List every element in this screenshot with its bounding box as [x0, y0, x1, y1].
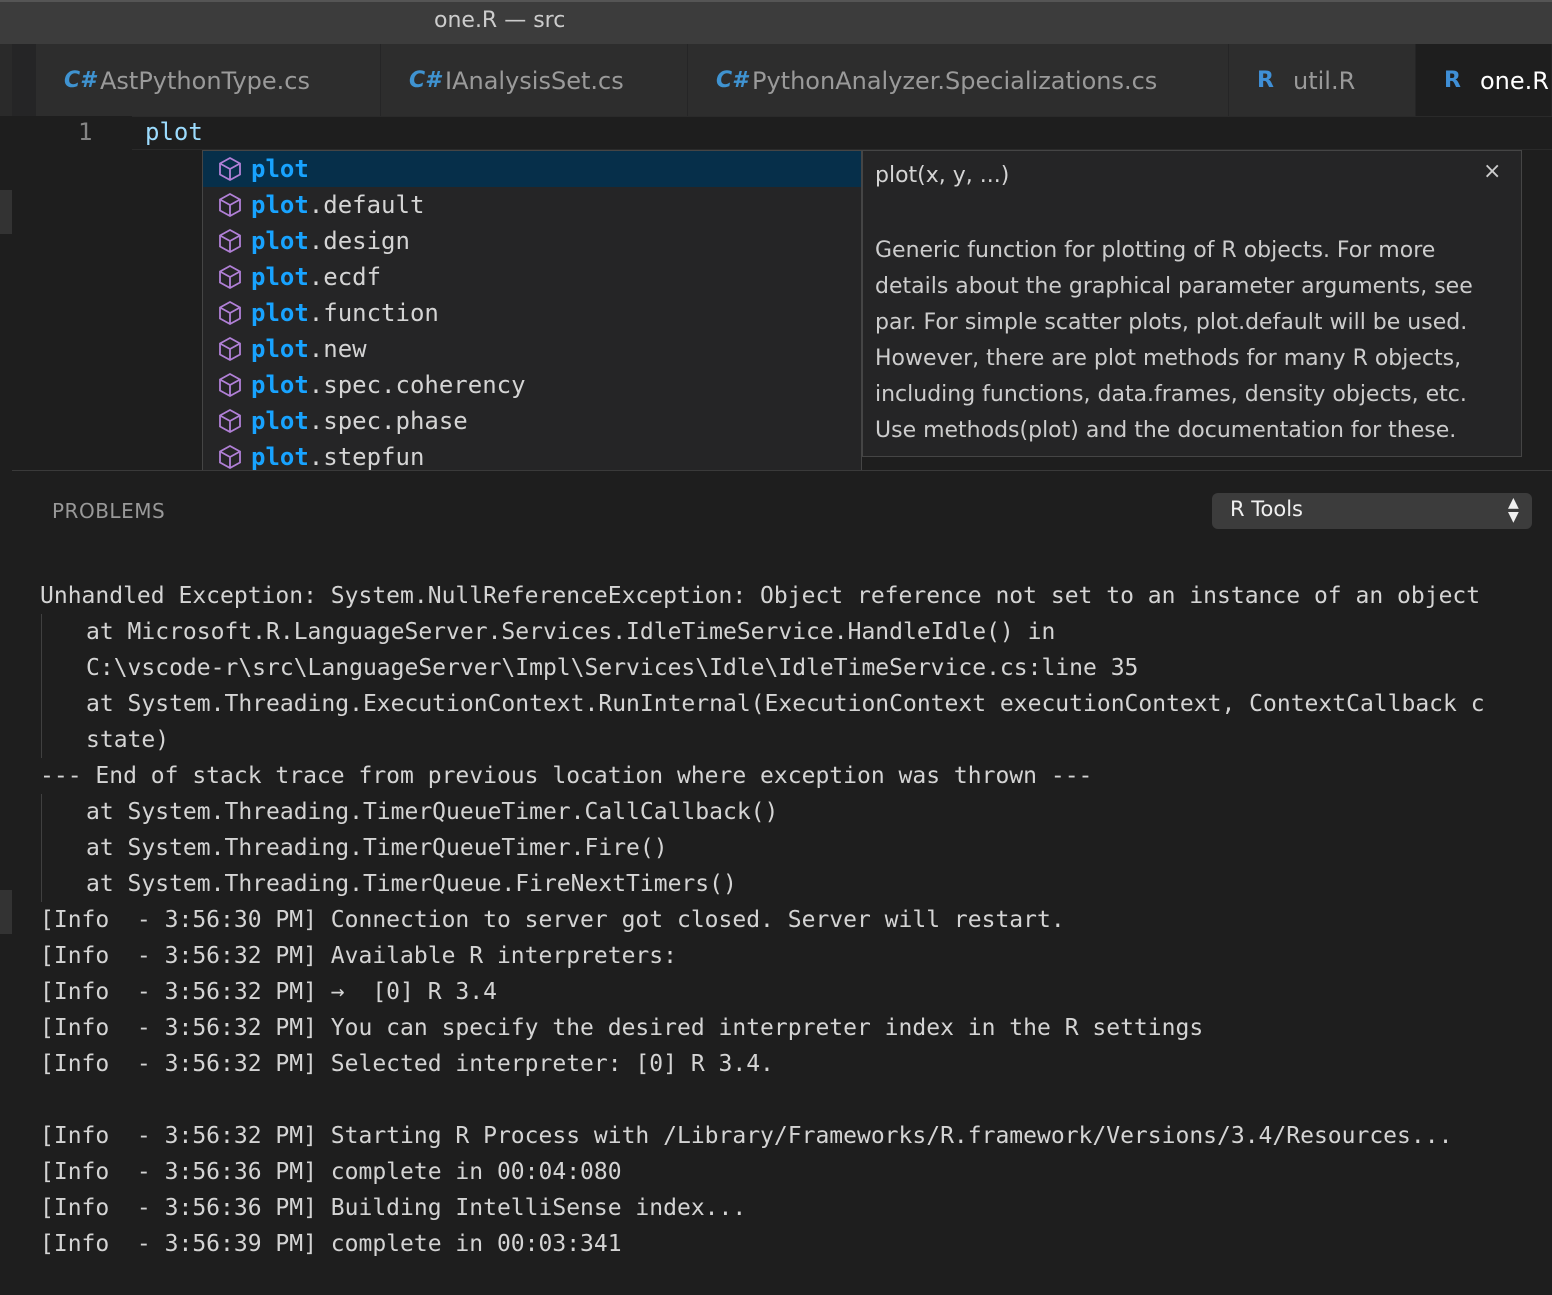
close-icon[interactable]: × [1483, 159, 1501, 184]
suggestion-rest: .design [308, 227, 410, 255]
suggestion-item[interactable]: plot.default [203, 187, 861, 223]
suggestion-match: plot [251, 155, 309, 183]
method-cube-icon [219, 156, 241, 182]
output-line: [Info - 3:56:32 PM] Available R interpre… [40, 943, 677, 969]
suggestion-item[interactable]: plot [203, 151, 861, 187]
tab-one-r[interactable]: Rone.R [1416, 44, 1552, 116]
csharp-icon: C# [716, 68, 748, 93]
suggestion-rest: .default [308, 191, 425, 219]
tab-label: one.R [1480, 67, 1549, 95]
suggestion-item[interactable]: plot.design [203, 223, 861, 259]
tab-ianalysisset[interactable]: C# IAnalysisSet.cs [381, 44, 688, 116]
suggestion-rest: .ecdf [308, 263, 382, 291]
suggestion-label: plot.default [251, 187, 424, 223]
output-channel-select[interactable]: R Tools ▲ ▼ [1212, 493, 1532, 529]
suggestion-item[interactable]: plot.spec.coherency [203, 367, 861, 403]
suggestion-match: plot [251, 371, 309, 399]
output-line: [Info - 3:56:32 PM] You can specify the … [40, 1015, 1204, 1041]
method-cube-icon [219, 264, 241, 290]
output-line: Unhandled Exception: System.NullReferenc… [40, 583, 1481, 609]
tab-label: IAnalysisSet.cs [445, 67, 624, 95]
r-icon: R [1444, 68, 1461, 93]
suggestion-match: plot [251, 335, 309, 363]
output-line: at System.Threading.ExecutionContext.Run… [41, 686, 1540, 722]
suggest-details: plot(x, y, ...) × Generic function for p… [862, 150, 1522, 457]
suggestion-rest: .spec.phase [308, 407, 468, 435]
tab-label: PythonAnalyzer.Specializations.cs [752, 67, 1158, 95]
suggestion-match: plot [251, 227, 309, 255]
output-line: [Info - 3:56:36 PM] Building IntelliSens… [40, 1195, 747, 1221]
output-line: --- End of stack trace from previous loc… [40, 763, 1093, 789]
output-line: [Info - 3:56:36 PM] complete in 00:04:08… [40, 1159, 622, 1185]
function-signature: plot(x, y, ...) [875, 163, 1010, 188]
tab-pythonanalyzer-specializations[interactable]: C# PythonAnalyzer.Specializations.cs [688, 44, 1229, 116]
suggestion-item[interactable]: plot.ecdf [203, 259, 861, 295]
suggestion-label: plot.spec.coherency [251, 367, 526, 403]
method-cube-icon [219, 372, 241, 398]
output-line: [Info - 3:56:39 PM] complete in 00:03:34… [40, 1231, 622, 1257]
method-cube-icon [219, 228, 241, 254]
output-line: C:\vscode-r\src\LanguageServer\Impl\Serv… [41, 650, 1540, 686]
output-line: at System.Threading.TimerQueueTimer.Call… [41, 794, 1540, 830]
title-bar: one.R — src [0, 0, 1552, 44]
output-line: at Microsoft.R.LanguageServer.Services.I… [41, 614, 1540, 650]
suggestion-match: plot [251, 443, 309, 471]
output-line: at System.Threading.TimerQueue.FireNextT… [41, 866, 1540, 902]
suggestion-rest: .stepfun [308, 443, 425, 471]
suggestion-match: plot [251, 299, 309, 327]
csharp-icon: C# [64, 68, 96, 93]
csharp-icon: C# [409, 68, 441, 93]
select-arrows-icon: ▲ ▼ [1508, 495, 1519, 525]
suggestion-label: plot [251, 151, 309, 187]
suggestion-label: plot.spec.phase [251, 403, 468, 439]
output-line: state) [41, 722, 1540, 758]
method-cube-icon [219, 192, 241, 218]
suggestion-match: plot [251, 263, 309, 291]
output-line: [Info - 3:56:32 PM] → [0] R 3.4 [40, 979, 497, 1005]
current-line-highlight [132, 116, 1552, 150]
line-number: 1 [78, 118, 93, 146]
tab-label: AstPythonType.cs [100, 67, 310, 95]
code-line[interactable]: plot [145, 118, 203, 146]
suggestion-rest: .new [308, 335, 367, 363]
tab-astpythontype[interactable]: C# AstPythonType.cs [36, 44, 381, 116]
output-line: [Info - 3:56:32 PM] Starting R Process w… [40, 1123, 1453, 1149]
tab-problems[interactable]: PROBLEMS [52, 499, 165, 523]
activity-indicator [0, 190, 12, 234]
tab-label: util.R [1293, 67, 1356, 95]
output-line: [Info - 3:56:30 PM] Connection to server… [40, 907, 1065, 933]
suggestion-rest: .function [308, 299, 439, 327]
suggestion-label: plot.function [251, 295, 439, 331]
tab-util-r[interactable]: Rutil.R [1229, 44, 1416, 116]
suggestion-match: plot [251, 191, 309, 219]
suggestion-label: plot.ecdf [251, 259, 381, 295]
method-cube-icon [219, 408, 241, 434]
suggestion-label: plot.new [251, 331, 367, 367]
tab-bar-gutter [0, 44, 12, 116]
window-title: one.R — src [434, 8, 566, 33]
suggestion-item[interactable]: plot.new [203, 331, 861, 367]
activity-indicator [0, 890, 12, 934]
output-channel-value: R Tools [1230, 497, 1303, 521]
method-cube-icon [219, 336, 241, 362]
r-icon: R [1257, 68, 1274, 93]
output-line: at System.Threading.TimerQueueTimer.Fire… [41, 830, 1540, 866]
method-cube-icon [219, 444, 241, 470]
editor-tab-bar: C# AstPythonType.cs C# IAnalysisSet.cs C# P… [0, 44, 1552, 116]
suggestion-rest: .spec.coherency [308, 371, 526, 399]
function-description: Generic function for plotting of R objec… [875, 238, 1473, 443]
output-line: [Info - 3:56:32 PM] Selected interpreter… [40, 1051, 774, 1077]
suggestion-item[interactable]: plot.function [203, 295, 861, 331]
suggestion-item[interactable]: plot.spec.phase [203, 403, 861, 439]
suggestion-label: plot.design [251, 223, 410, 259]
suggestion-match: plot [251, 407, 309, 435]
method-cube-icon [219, 300, 241, 326]
output-log[interactable]: Unhandled Exception: System.NullReferenc… [40, 578, 1540, 1262]
